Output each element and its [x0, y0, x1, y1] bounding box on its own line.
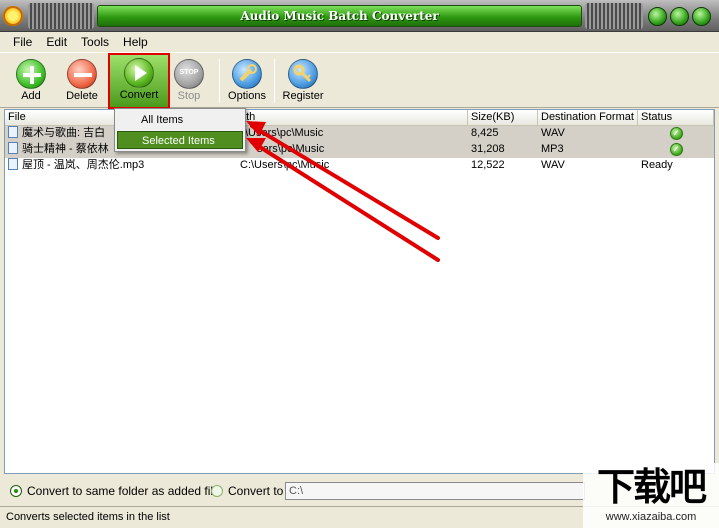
title-grip-right — [585, 3, 643, 29]
play-icon — [124, 58, 154, 88]
title-grip-left — [28, 3, 94, 29]
delete-label: Delete — [66, 90, 98, 102]
list-header: File ath Size(KB) Destination Format Sta… — [5, 110, 714, 126]
stop-icon-text: STOP — [179, 69, 199, 76]
radio-convert-to[interactable] — [211, 485, 223, 497]
toolbar: Add Delete Convert STOP Stop Options Reg… — [0, 52, 719, 109]
menu-item-all-items[interactable]: All Items — [117, 111, 243, 129]
toolbar-separator — [219, 59, 220, 103]
options-label: Options — [228, 90, 266, 102]
watermark-url: www.xiazaiba.com — [605, 511, 697, 523]
file-path: sers\pc\Music — [237, 142, 468, 158]
convert-dropdown-menu: All Items Selected Items — [114, 108, 246, 152]
add-button[interactable]: Add — [5, 56, 57, 108]
stop-button[interactable]: STOP Stop — [163, 56, 215, 108]
table-row[interactable]: 骑士精神 - 蔡依林 sers\pc\Music 31,208 MP3 ✓ — [5, 142, 714, 158]
stop-label: Stop — [177, 90, 201, 102]
watermark: 下载吧 www.xiazaiba.com — [583, 463, 719, 528]
file-path: \Users\pc\Music — [237, 126, 468, 142]
menu-help[interactable]: Help — [116, 32, 155, 52]
status-text: Ready — [641, 159, 673, 171]
label-same-folder: Convert to same folder as added file — [27, 484, 220, 498]
file-name: 魔术与歌曲: 吉白 — [22, 127, 106, 139]
audio-file-icon — [8, 158, 18, 170]
wrench-icon — [232, 59, 262, 89]
delete-icon — [67, 59, 97, 89]
menu-item-selected-items[interactable]: Selected Items — [117, 131, 243, 149]
file-path: C:\Users\pc\Music — [240, 159, 330, 171]
close-button[interactable] — [692, 7, 711, 26]
menu-tools[interactable]: Tools — [74, 32, 116, 52]
table-row[interactable]: 魔术与歌曲: 吉白 \Users\pc\Music 8,425 WAV ✓ — [5, 126, 714, 142]
menu-file[interactable]: File — [6, 32, 39, 52]
maximize-button[interactable] — [670, 7, 689, 26]
key-icon — [288, 59, 318, 89]
title-bar[interactable]: Audio Music Batch Converter — [0, 0, 719, 32]
convert-label: Convert — [119, 89, 159, 101]
add-icon — [16, 59, 46, 89]
destination-format: WAV — [538, 126, 638, 142]
radio-same-folder[interactable] — [10, 485, 22, 497]
register-button[interactable]: Register — [277, 56, 329, 108]
check-icon: ✓ — [669, 127, 683, 140]
convert-button[interactable]: Convert — [108, 53, 170, 109]
column-size[interactable]: Size(KB) — [468, 110, 538, 126]
destination-format: WAV — [541, 159, 565, 171]
menu-bar: File Edit Tools Help — [0, 32, 719, 52]
file-list[interactable]: File ath Size(KB) Destination Format Sta… — [4, 109, 715, 474]
add-label: Add — [21, 90, 41, 102]
audio-file-icon — [8, 142, 18, 154]
check-icon: ✓ — [669, 143, 683, 156]
delete-button[interactable]: Delete — [56, 56, 108, 108]
register-label: Register — [282, 90, 324, 102]
menu-edit[interactable]: Edit — [39, 32, 74, 52]
label-convert-to: Convert to — [228, 484, 284, 498]
file-size: 8,425 — [468, 126, 538, 142]
column-status[interactable]: Status — [638, 110, 714, 126]
table-row[interactable]: 屋顶 - 温岚、周杰伦.mp3 C:\Users\pc\Music 12,522… — [5, 158, 714, 174]
output-path-field[interactable]: C:\ — [285, 482, 585, 500]
column-path[interactable]: ath — [237, 110, 468, 126]
file-name: 骑士精神 - 蔡依林 — [22, 143, 109, 155]
destination-format: MP3 — [538, 142, 638, 158]
toolbar-separator — [274, 59, 275, 103]
file-size: 12,522 — [471, 159, 505, 171]
audio-file-icon — [8, 126, 18, 138]
minimize-button[interactable] — [648, 7, 667, 26]
file-size: 31,208 — [468, 142, 538, 158]
options-button[interactable]: Options — [221, 56, 273, 108]
stop-icon: STOP — [174, 59, 204, 89]
window-title: Audio Music Batch Converter — [97, 5, 582, 27]
watermark-logo: 下载吧 — [596, 465, 707, 509]
file-name: 屋顶 - 温岚、周杰伦.mp3 — [22, 159, 145, 171]
column-destination-format[interactable]: Destination Format — [538, 110, 638, 126]
app-icon — [3, 6, 23, 26]
